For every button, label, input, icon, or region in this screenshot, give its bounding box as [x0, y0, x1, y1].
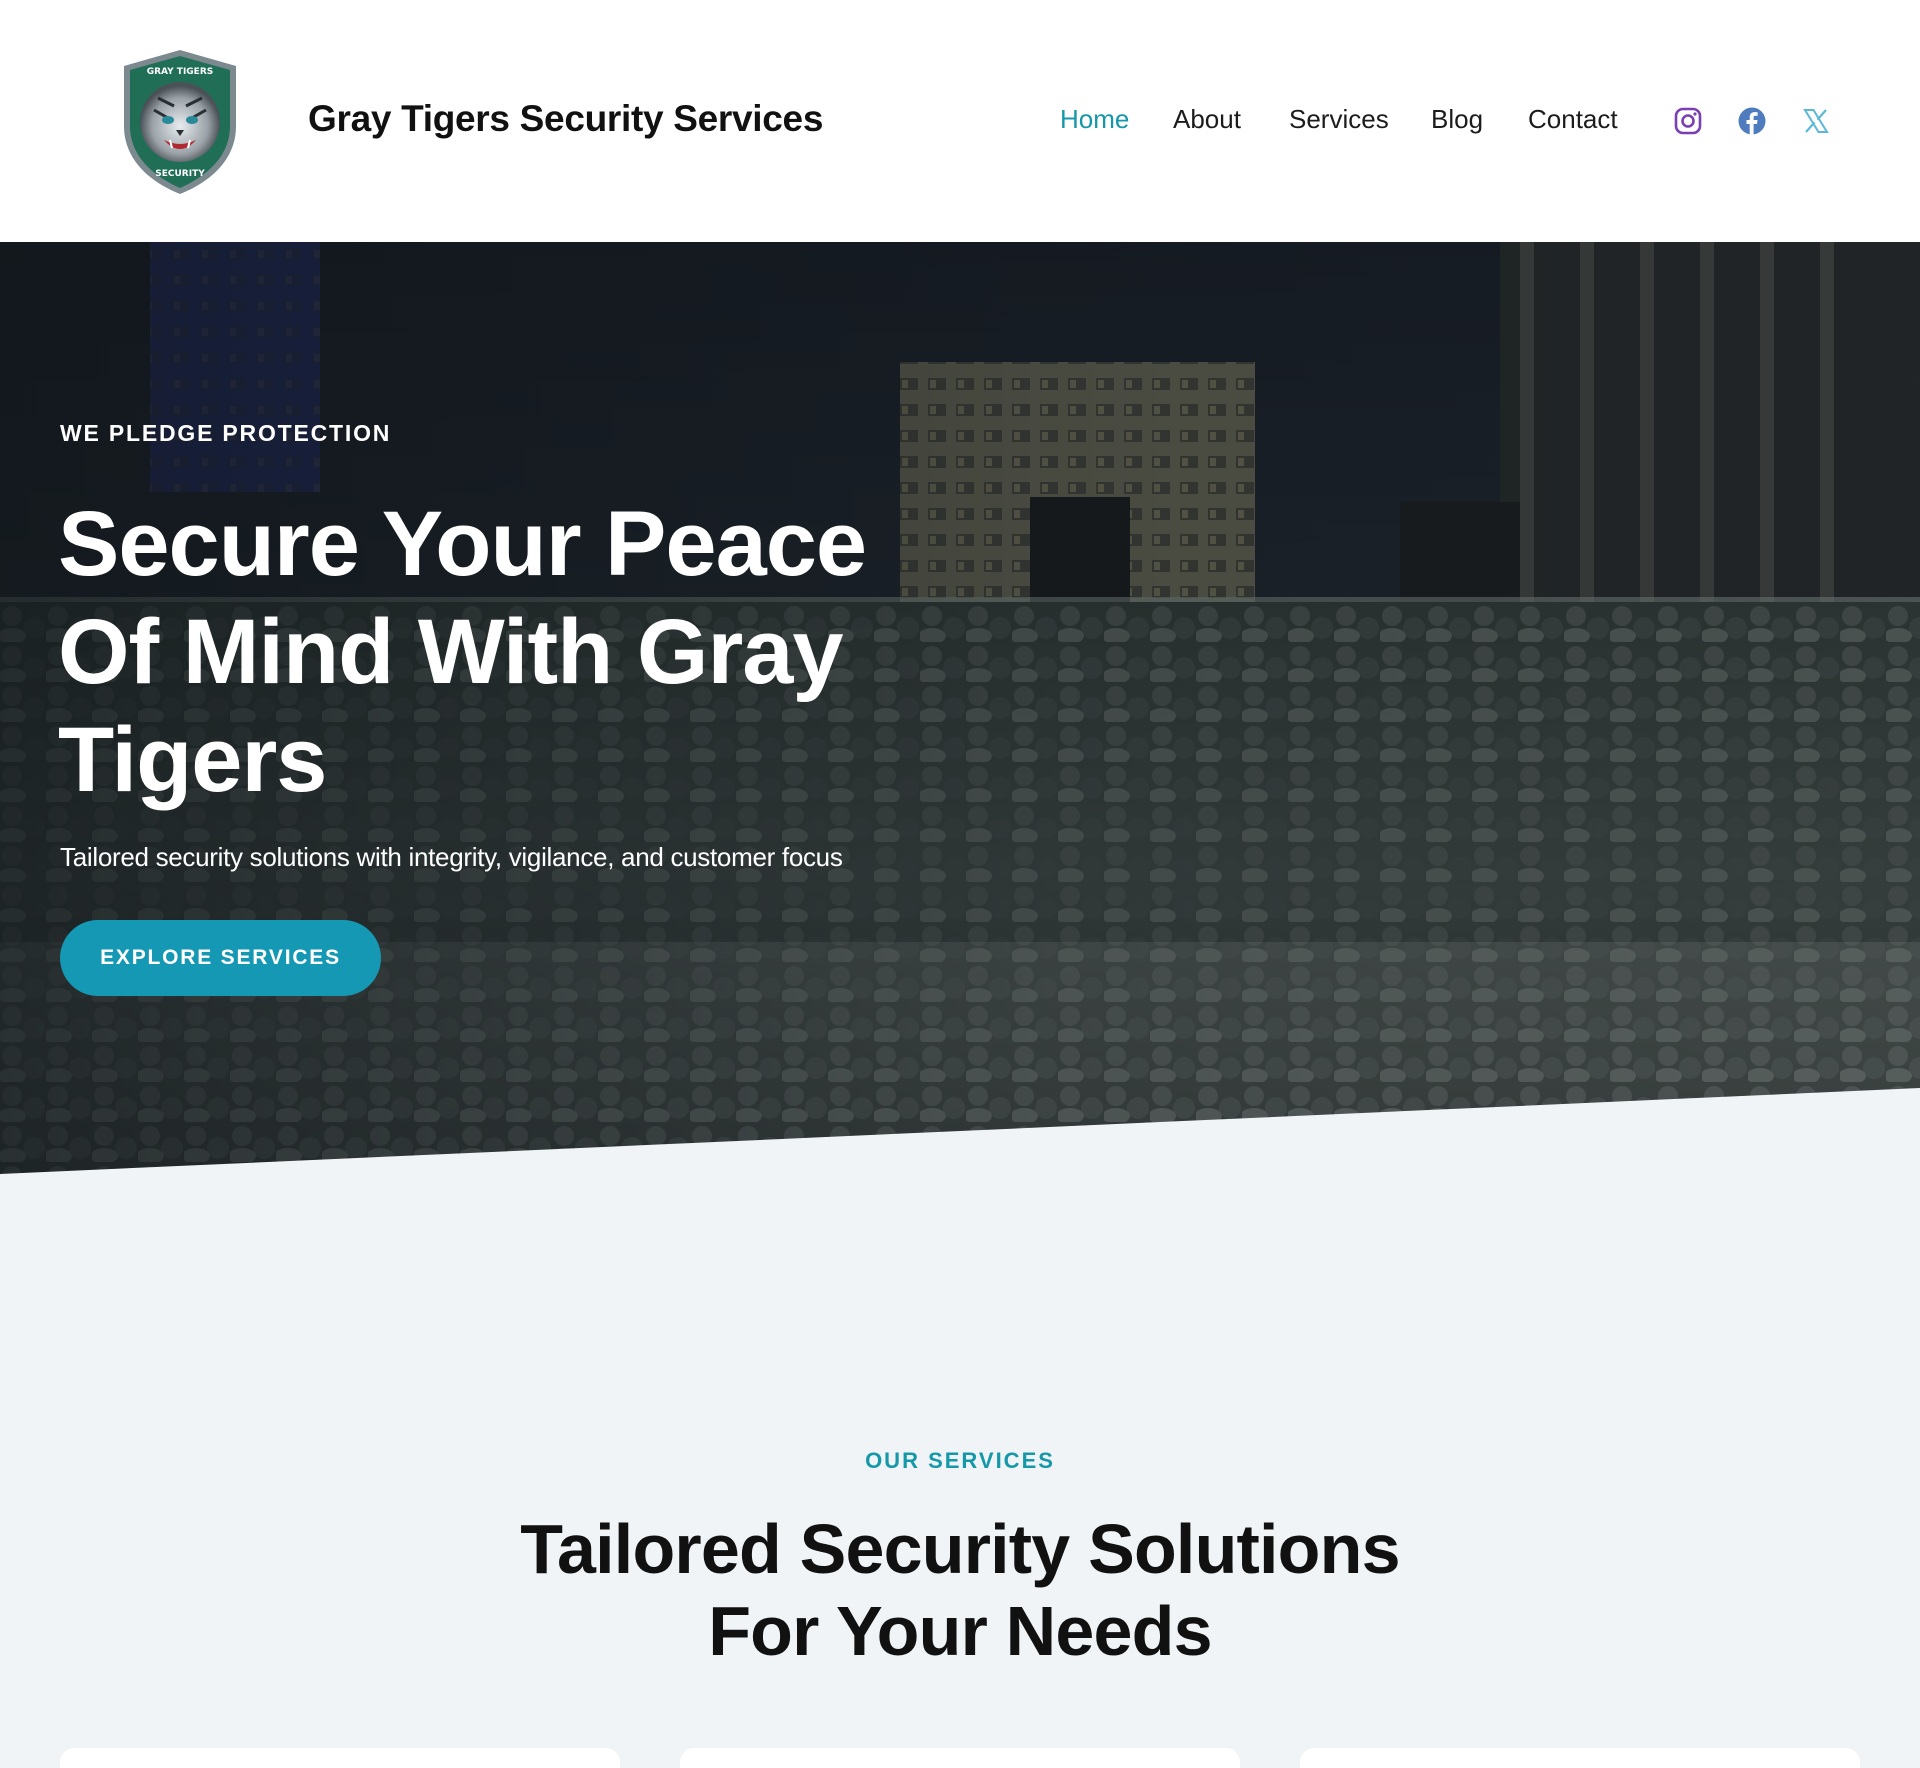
facebook-icon[interactable]: [1737, 106, 1767, 136]
logo-icon[interactable]: GRAY TIGERS SECURITY: [118, 48, 242, 196]
service-card[interactable]: [680, 1748, 1240, 1768]
nav-about-link[interactable]: About: [1173, 104, 1241, 140]
hero-title: Secure Your Peace Of Mind With Gray Tige…: [58, 493, 867, 811]
logo-text-top: GRAY TIGERS: [147, 67, 214, 77]
services-eyebrow: OUR SERVICES: [865, 1448, 1055, 1473]
nav-home-link[interactable]: Home: [1060, 104, 1129, 140]
x-twitter-icon[interactable]: [1801, 106, 1831, 136]
instagram-icon[interactable]: [1673, 106, 1703, 136]
nav-contact-link[interactable]: Contact: [1528, 104, 1618, 140]
hero-eyebrow: WE PLEDGE PROTECTION: [60, 420, 392, 446]
hero-subtitle: Tailored security solutions with integri…: [60, 842, 843, 872]
nav-blog-link[interactable]: Blog: [1431, 104, 1483, 140]
service-card[interactable]: [1300, 1748, 1860, 1768]
site-header: GRAY TIGERS SECURITY Gray Tigers Securit…: [0, 0, 1920, 242]
site-title[interactable]: Gray Tigers Security Services: [308, 98, 823, 140]
service-card[interactable]: [60, 1748, 620, 1768]
services-title: Tailored Security Solutions For Your Nee…: [520, 1510, 1400, 1670]
logo-text-bottom: SECURITY: [155, 169, 205, 179]
nav-services-link[interactable]: Services: [1289, 104, 1389, 140]
hero-section: WE PLEDGE PROTECTION Secure Your Peace O…: [0, 242, 1920, 1174]
explore-services-button[interactable]: EXPLORE SERVICES: [60, 920, 381, 996]
